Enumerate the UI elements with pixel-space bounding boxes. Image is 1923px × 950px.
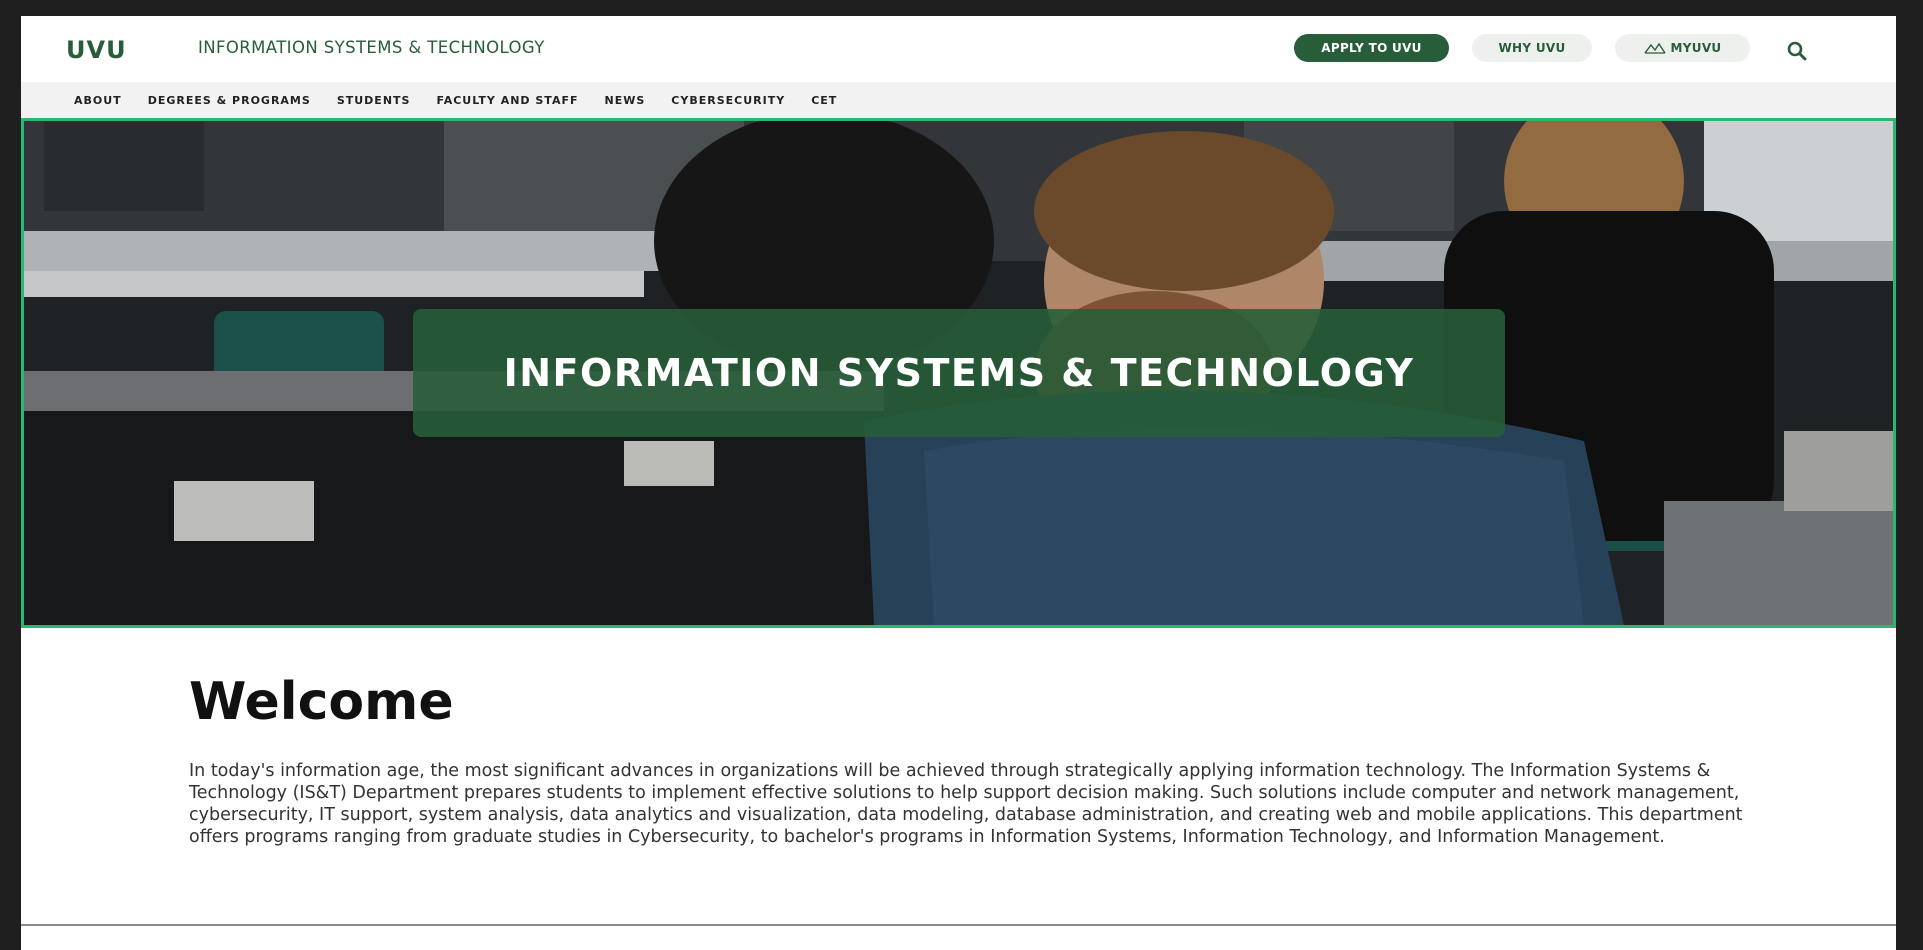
why-uvu-label: WHY UVU <box>1498 41 1566 55</box>
nav-item-faculty-staff[interactable]: FACULTY AND STAFF <box>436 94 578 107</box>
hero-title-banner: INFORMATION SYSTEMS & TECHNOLOGY <box>413 309 1505 437</box>
nav-item-degrees-programs[interactable]: DEGREES & PROGRAMS <box>148 94 311 107</box>
nav-item-students[interactable]: STUDENTS <box>337 94 411 107</box>
apply-button[interactable]: APPLY TO UVU <box>1294 34 1449 62</box>
mountain-icon <box>1643 42 1666 54</box>
hero-title: INFORMATION SYSTEMS & TECHNOLOGY <box>503 351 1415 395</box>
nav-item-cet[interactable]: CET <box>811 94 837 107</box>
nav-item-about[interactable]: ABOUT <box>74 94 122 107</box>
nav-item-news[interactable]: NEWS <box>605 94 646 107</box>
apply-button-label: APPLY TO UVU <box>1321 41 1422 55</box>
site-title[interactable]: INFORMATION SYSTEMS & TECHNOLOGY <box>198 39 545 57</box>
nav-item-cybersecurity[interactable]: CYBERSECURITY <box>671 94 785 107</box>
myuvu-button[interactable]: MYUVU <box>1615 34 1750 62</box>
top-header: UVU INFORMATION SYSTEMS & TECHNOLOGY APP… <box>21 16 1896 82</box>
why-uvu-button[interactable]: WHY UVU <box>1472 34 1592 62</box>
page: UVU INFORMATION SYSTEMS & TECHNOLOGY APP… <box>21 16 1896 950</box>
uvu-logo[interactable]: UVU <box>66 38 127 62</box>
hero-section: INFORMATION SYSTEMS & TECHNOLOGY <box>21 118 1896 628</box>
welcome-heading: Welcome <box>189 672 454 732</box>
myuvu-label: MYUVU <box>1670 41 1722 55</box>
welcome-paragraph: In today's information age, the most sig… <box>189 761 1743 847</box>
section-divider <box>21 924 1896 926</box>
search-button[interactable] <box>1785 39 1809 63</box>
secondary-nav: ABOUT DEGREES & PROGRAMS STUDENTS FACULT… <box>21 82 1896 118</box>
search-icon <box>1787 41 1807 61</box>
